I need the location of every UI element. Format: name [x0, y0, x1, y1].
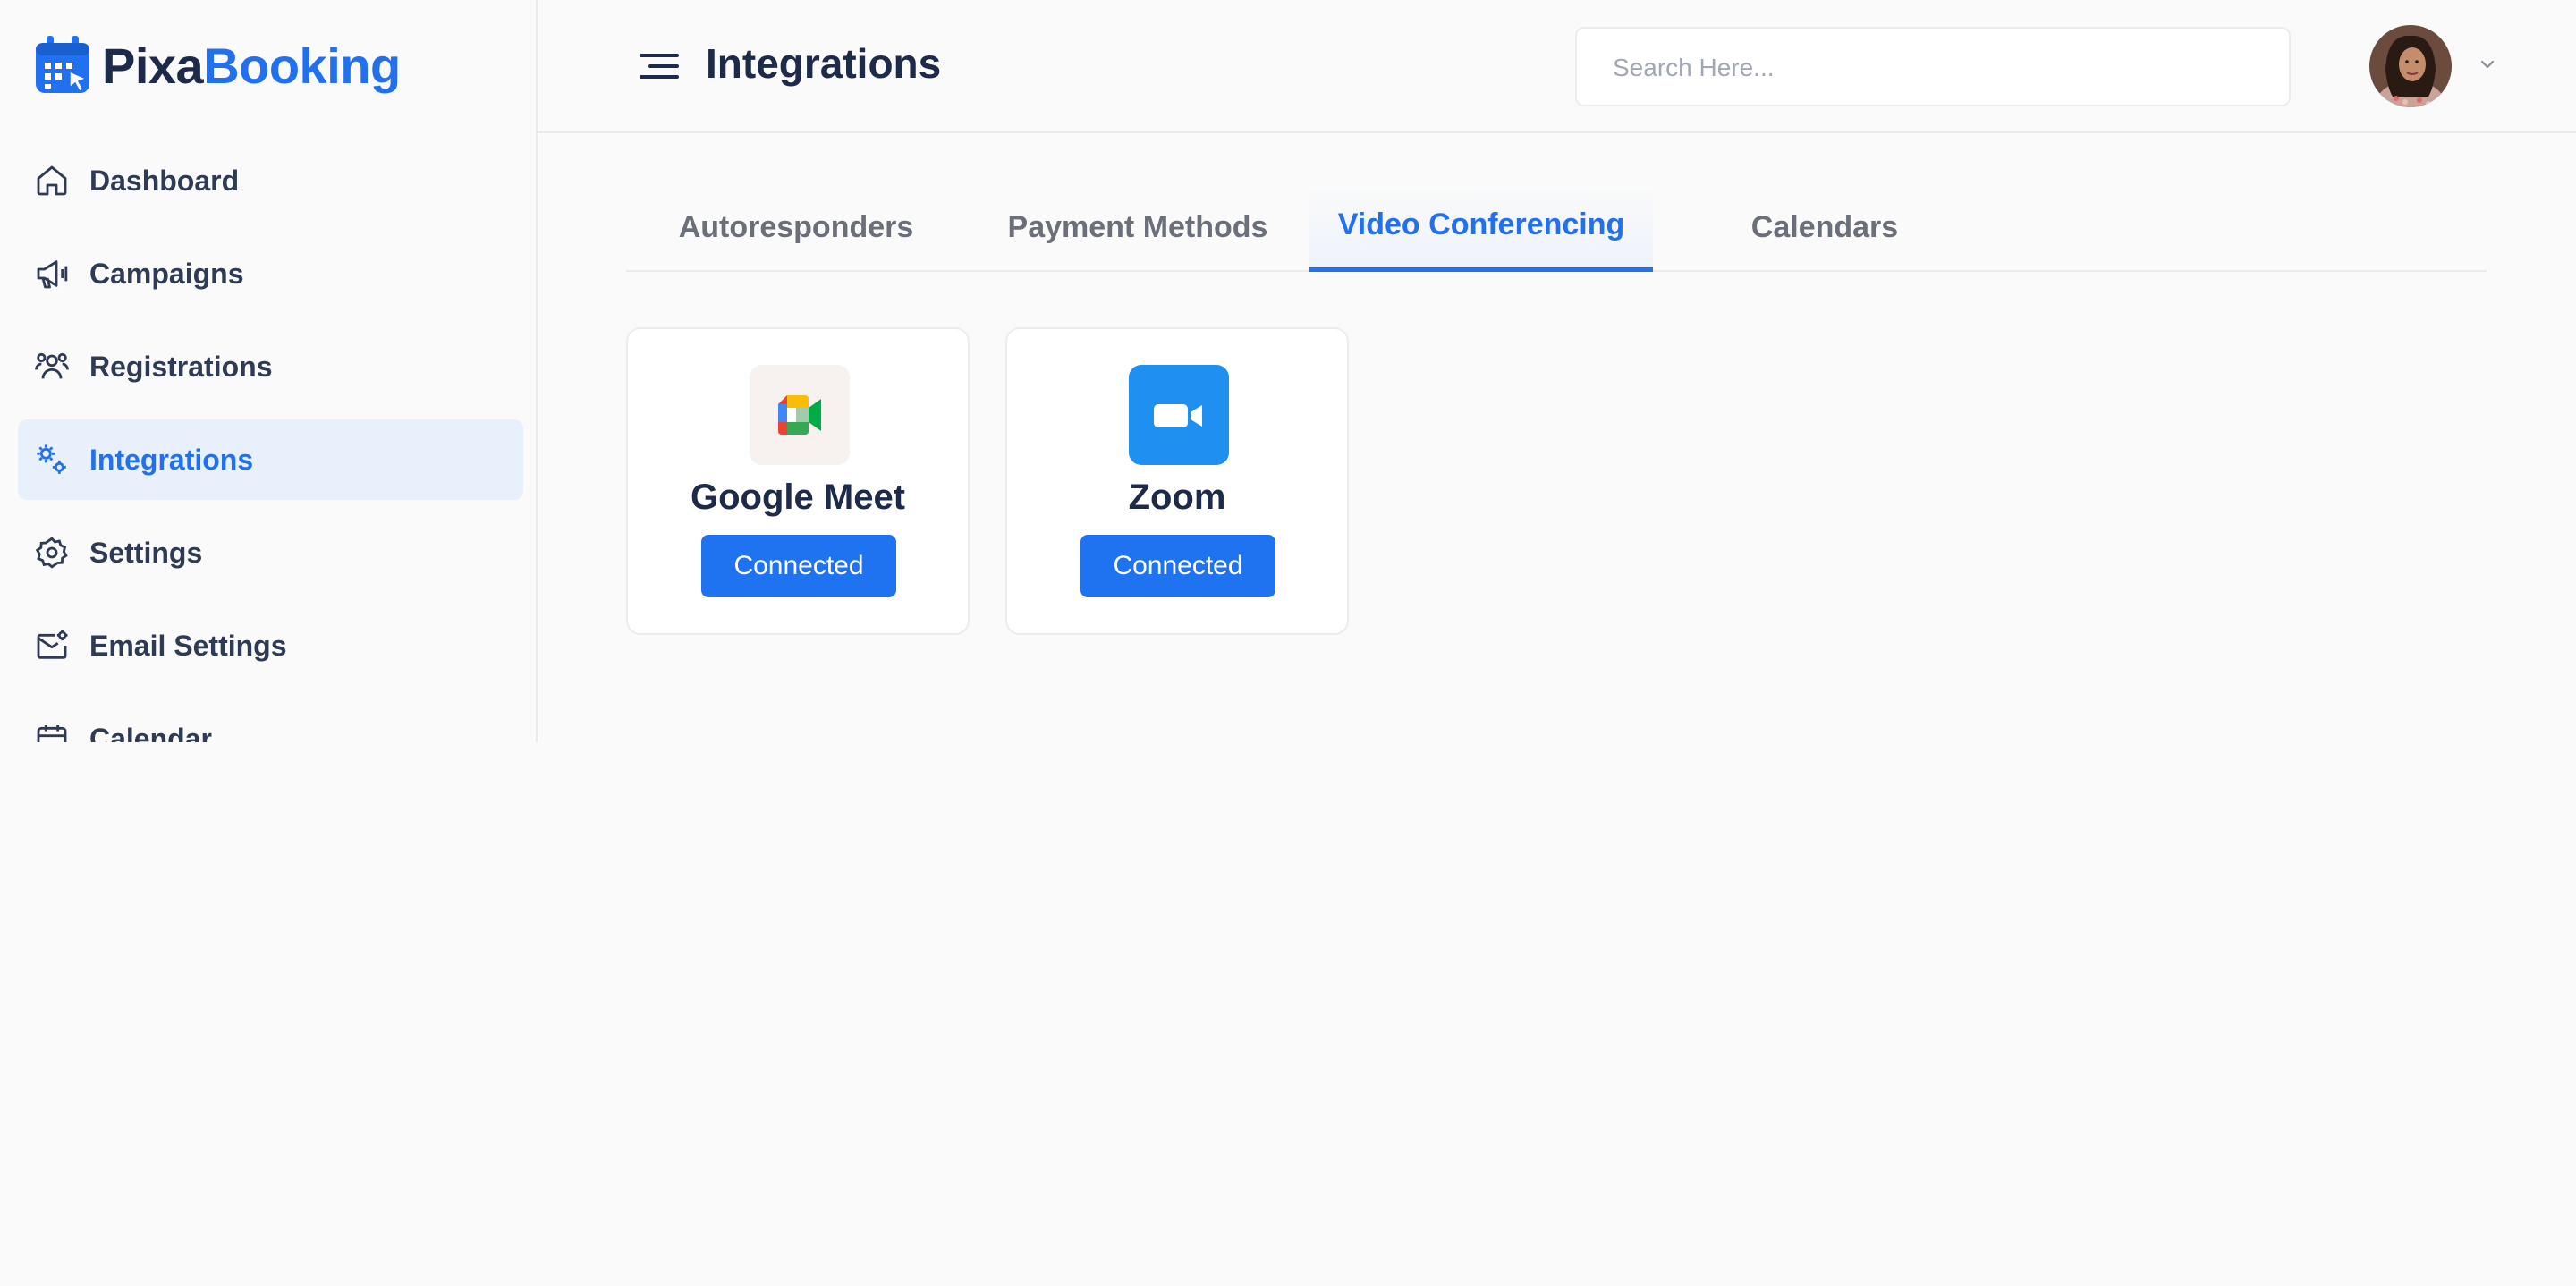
tab-payment-methods[interactable]: Payment Methods	[966, 182, 1309, 272]
google-meet-icon	[750, 365, 850, 465]
integration-name: Google Meet	[690, 478, 906, 517]
users-icon	[35, 352, 69, 379]
integration-tabs: Autoresponders Payment Methods Video Con…	[626, 182, 2487, 272]
sidebar-item-label: Email Settings	[89, 629, 287, 662]
chevron-down-icon[interactable]	[2477, 55, 2498, 73]
sidebar: PixaBooking Dashboard Campaigns Registra…	[0, 0, 538, 742]
brand-logo[interactable]: PixaBooking	[34, 32, 401, 98]
gear-icon	[35, 537, 68, 569]
home-icon	[37, 165, 67, 196]
sidebar-nav: Dashboard Campaigns Registrations Integr…	[18, 140, 523, 742]
profile-photo	[2369, 25, 2452, 107]
connected-button[interactable]: Connected	[701, 535, 896, 597]
brand-name-part2: Booking	[203, 37, 401, 94]
sidebar-item-dashboard[interactable]: Dashboard	[18, 140, 523, 221]
sidebar-item-calendar[interactable]: Calendar	[18, 698, 523, 742]
sidebar-item-integrations[interactable]: Integrations	[18, 419, 523, 500]
brand-name: PixaBooking	[102, 37, 401, 95]
mail-settings-icon	[37, 630, 68, 659]
sidebar-item-label: Registrations	[89, 350, 273, 383]
calendar-logo-icon	[36, 36, 89, 93]
sidebar-item-label: Calendar	[89, 722, 212, 743]
integrations-icon	[37, 444, 66, 474]
sidebar-item-label: Integrations	[89, 443, 254, 476]
sidebar-item-email-settings[interactable]: Email Settings	[18, 605, 523, 686]
app-window: PixaBooking Dashboard Campaigns Registra…	[0, 0, 2576, 742]
avatar[interactable]	[2369, 25, 2452, 107]
integration-card-google-meet: Google Meet Connected	[626, 327, 970, 635]
zoom-icon	[1129, 365, 1229, 465]
tab-calendars[interactable]: Calendars	[1653, 182, 1996, 272]
connected-button[interactable]: Connected	[1080, 535, 1275, 597]
sidebar-item-label: Settings	[89, 536, 203, 569]
sidebar-item-label: Campaigns	[89, 257, 244, 290]
tab-autoresponders[interactable]: Autoresponders	[626, 182, 966, 272]
search-input[interactable]	[1613, 48, 2221, 88]
integration-name: Zoom	[1128, 478, 1226, 517]
megaphone-icon	[37, 260, 68, 289]
sidebar-item-settings[interactable]: Settings	[18, 512, 523, 593]
page-title: Integrations	[706, 40, 942, 87]
search-box	[1575, 27, 2400, 106]
sidebar-item-label: Dashboard	[89, 164, 240, 197]
sidebar-item-registrations[interactable]: Registrations	[18, 326, 523, 407]
brand-name-part1: Pixa	[102, 37, 204, 94]
calendar-icon	[37, 725, 67, 742]
top-header: Integrations	[538, 0, 2576, 133]
integration-card-zoom: Zoom Connected	[1005, 327, 1349, 635]
sidebar-item-campaigns[interactable]: Campaigns	[18, 233, 523, 314]
tab-video-conferencing[interactable]: Video Conferencing	[1309, 182, 1653, 272]
menu-icon[interactable]	[638, 50, 681, 82]
